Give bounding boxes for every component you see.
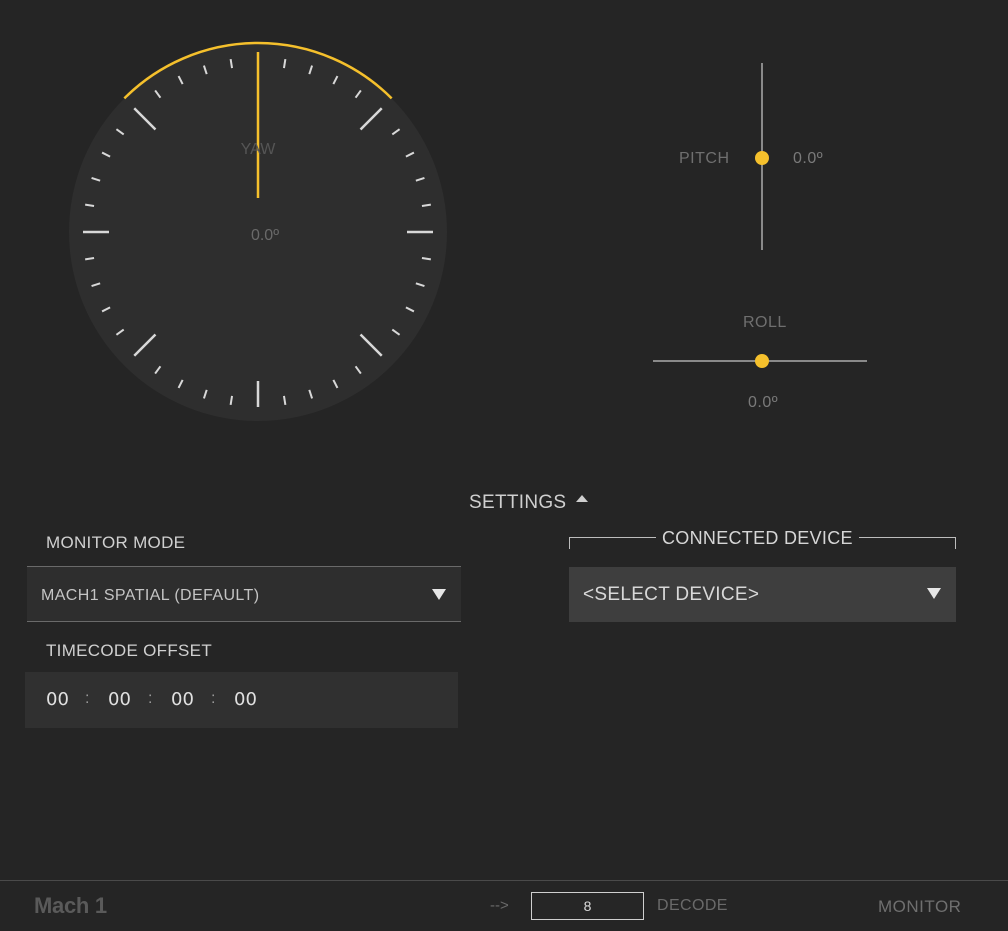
yaw-tick [421,203,432,208]
monitor-mode-value: MACH1 SPATIAL (DEFAULT) [41,587,260,604]
connected-device-value: <SELECT DEVICE> [583,584,760,605]
yaw-tick [421,256,432,261]
decode-input[interactable]: 8 [531,892,644,920]
timecode-minutes[interactable]: 00 [108,689,131,710]
pitch-value: 0.0º [793,150,824,167]
timecode-frames[interactable]: 00 [234,689,257,710]
connected-device-label: CONNECTED DEVICE [656,528,859,549]
yaw-tick [229,395,234,406]
timecode-offset-label: TIMECODE OFFSET [46,641,212,660]
yaw-tick [282,395,287,406]
timecode-separator: : [211,690,216,707]
settings-toggle[interactable]: SETTINGS [469,492,589,514]
timecode-seconds[interactable]: 00 [171,689,194,710]
decode-label: DECODE [657,897,728,914]
timecode-separator: : [85,690,90,707]
timecode-offset-field[interactable]: 00 : 00 : 00 : 00 [25,672,458,728]
yaw-tick [229,58,234,69]
dropdown-arrow-icon [927,588,941,599]
pitch-slider-thumb[interactable] [755,151,769,165]
dropdown-arrow-icon [432,589,446,600]
settings-toggle-label: SETTINGS [469,492,567,513]
monitor-mode-label: MONITOR MODE [46,533,186,552]
footer-bar: Mach 1 --> 8 DECODE MONITOR [0,880,1008,931]
roll-value: 0.0º [748,394,779,411]
yaw-tick [84,203,95,208]
monitor-mode-select[interactable]: MACH1 SPATIAL (DEFAULT) [27,566,461,622]
caret-up-icon [576,495,589,503]
arrow-text: --> [490,897,509,914]
yaw-label: YAW [241,141,277,158]
yaw-tick [282,58,287,69]
connected-device-select[interactable]: <SELECT DEVICE> [569,567,956,622]
timecode-separator: : [148,690,153,707]
yaw-tick [84,256,95,261]
yaw-value: 0.0º [251,227,279,244]
monitor-mode-button[interactable]: MONITOR [878,897,961,917]
roll-label: ROLL [743,314,787,331]
pitch-label: PITCH [679,150,730,167]
timecode-hours[interactable]: 00 [46,689,69,710]
roll-slider-thumb[interactable] [755,354,769,368]
brand-logo: Mach 1 [34,893,107,918]
yaw-dial[interactable]: YAW 0.0º [68,40,448,425]
